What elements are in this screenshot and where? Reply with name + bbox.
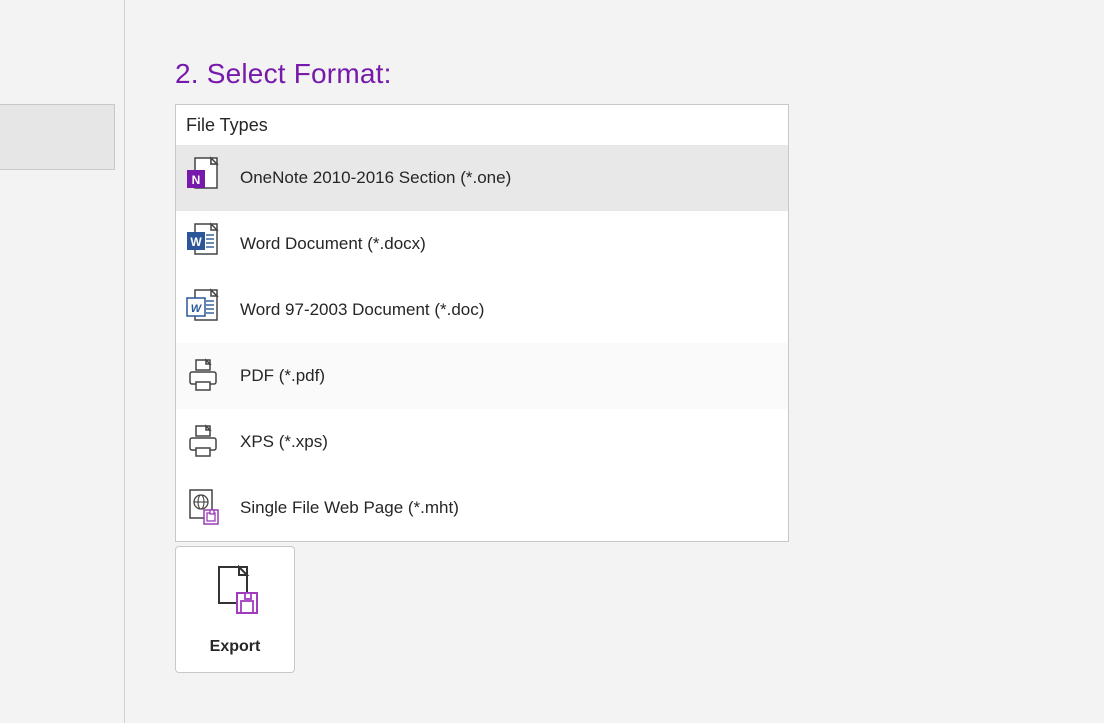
svg-text:W: W <box>191 303 203 315</box>
vertical-divider <box>124 0 125 723</box>
onenote-file-icon: N <box>184 156 220 200</box>
file-type-label: OneNote 2010-2016 Section (*.one) <box>240 168 511 188</box>
file-type-word-docx[interactable]: W Word Document (*.docx) <box>176 211 788 277</box>
svg-text:W: W <box>190 235 202 249</box>
xps-printer-icon <box>184 420 220 464</box>
file-type-label: Word Document (*.docx) <box>240 234 426 254</box>
file-type-xps[interactable]: XPS (*.xps) <box>176 409 788 475</box>
web-page-file-icon <box>184 486 220 530</box>
file-type-word-doc[interactable]: W Word 97-2003 Document (*.doc) <box>176 277 788 343</box>
export-button-label: Export <box>210 638 261 656</box>
export-file-icon <box>211 563 259 624</box>
file-type-pdf[interactable]: PDF (*.pdf) <box>176 343 788 409</box>
svg-text:N: N <box>192 173 201 187</box>
word-docx-file-icon: W <box>184 222 220 266</box>
export-button[interactable]: Export <box>175 546 295 673</box>
file-type-label: Single File Web Page (*.mht) <box>240 498 459 518</box>
file-type-onenote-section[interactable]: N OneNote 2010-2016 Section (*.one) <box>176 145 788 211</box>
pdf-printer-icon <box>184 354 220 398</box>
file-type-label: Word 97-2003 Document (*.doc) <box>240 300 484 320</box>
file-types-list: File Types N OneNote 2010-2016 Section (… <box>175 104 789 542</box>
left-panel-button-stub[interactable] <box>0 104 115 170</box>
file-type-label: PDF (*.pdf) <box>240 366 325 386</box>
file-types-header: File Types <box>176 105 788 145</box>
word-doc-file-icon: W <box>184 288 220 332</box>
file-type-mht[interactable]: Single File Web Page (*.mht) <box>176 475 788 541</box>
file-type-label: XPS (*.xps) <box>240 432 328 452</box>
section-heading: 2. Select Format: <box>175 58 392 90</box>
